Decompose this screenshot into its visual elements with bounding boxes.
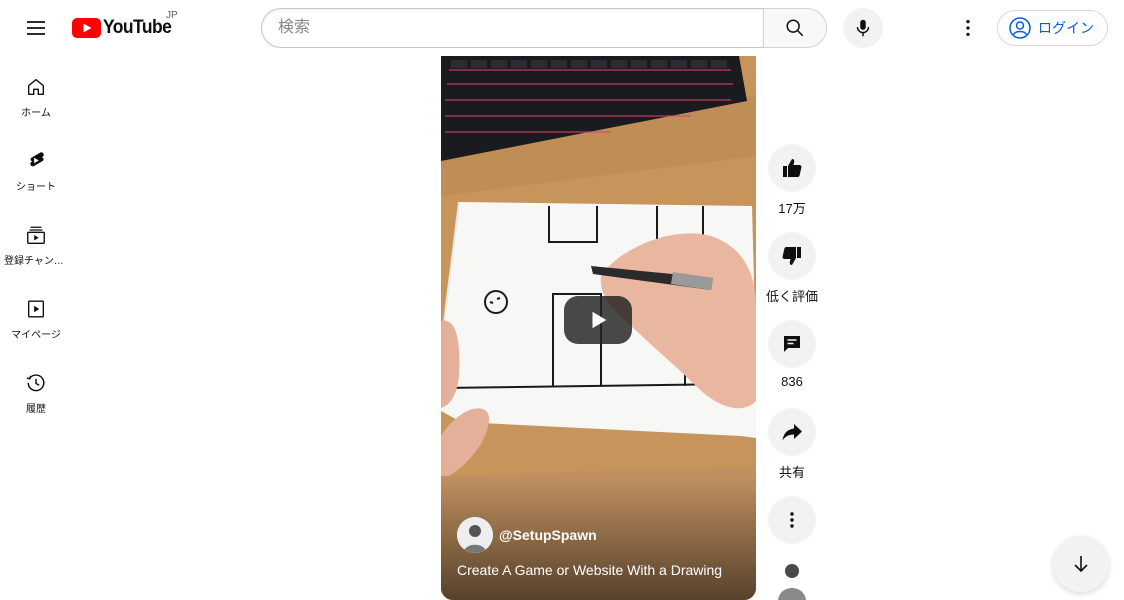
comment-icon [784, 336, 800, 352]
sidebar-item-label: ホーム [21, 108, 51, 119]
dislike-label: 低く評価 [765, 289, 818, 304]
sidebar-item-history[interactable]: 履歴 [0, 352, 72, 426]
more-options-button[interactable] [768, 496, 816, 544]
login-button[interactable]: ログイン [997, 10, 1108, 46]
dislike-action: 低く評価 [764, 232, 820, 305]
hamburger-menu-icon [27, 21, 45, 35]
share-button[interactable] [768, 408, 816, 456]
sidebar-item-label: 履歴 [26, 404, 46, 415]
search-input[interactable] [261, 8, 763, 48]
comment-button[interactable] [768, 320, 816, 368]
sidebar-item-label: マイページ [11, 330, 61, 341]
like-button[interactable] [768, 144, 816, 192]
channel-avatar-small[interactable] [774, 556, 810, 600]
arrow-down-icon [1074, 556, 1088, 573]
comment-count: 836 [781, 374, 803, 389]
thumbs-down-icon [782, 247, 801, 265]
person-avatar-icon [774, 556, 810, 600]
person-avatar-icon [457, 517, 493, 553]
dislike-button[interactable] [768, 232, 816, 280]
sidebar-item-subscriptions[interactable]: 登録チャンネル [0, 204, 72, 278]
logo-wordmark: YouTube [103, 17, 172, 38]
share-label: 共有 [778, 465, 805, 480]
search-icon [786, 19, 804, 37]
country-code: JP [166, 10, 178, 21]
shorts-video-player[interactable]: @SetupSpawn Create A Game or Website Wit… [441, 56, 756, 600]
play-button[interactable] [564, 296, 632, 344]
login-label: ログイン [1038, 20, 1094, 36]
sidebar: ホーム ショート 登録チャンネル マイページ 履歴 [0, 56, 72, 426]
settings-more-button[interactable] [948, 8, 988, 48]
channel-info[interactable]: @SetupSpawn [457, 517, 597, 553]
home-icon [27, 78, 45, 96]
video-title[interactable]: Create A Game or Website With a Drawing [457, 562, 722, 578]
subscriptions-icon [27, 226, 45, 244]
sidebar-item-home[interactable]: ホーム [0, 56, 72, 130]
like-action: 17万 [764, 144, 820, 217]
sidebar-item-label: 登録チャンネル [4, 256, 68, 267]
thumbs-up-icon [783, 159, 802, 177]
menu-button[interactable] [16, 8, 56, 48]
sidebar-item-shorts[interactable]: ショート [0, 130, 72, 204]
channel-avatar[interactable] [457, 517, 493, 553]
library-icon [27, 300, 45, 318]
shorts-icon [30, 152, 44, 167]
more-action [764, 496, 820, 544]
top-bar: YouTube JP 検索 ログイン [0, 0, 1124, 56]
like-count: 17万 [778, 201, 806, 216]
search-bar [261, 8, 827, 48]
sidebar-item-library[interactable]: マイページ [0, 278, 72, 352]
next-video-button[interactable] [1053, 536, 1109, 592]
youtube-play-logo-icon [72, 18, 101, 38]
search-button[interactable] [763, 8, 827, 48]
play-icon [592, 311, 607, 329]
share-arrow-icon [782, 424, 802, 441]
sidebar-item-label: ショート [16, 182, 56, 193]
page: YouTube JP 検索 ログイン ホーム ショート 登録チャンネル マイペー… [0, 0, 1124, 600]
more-vertical-icon [790, 512, 794, 528]
youtube-logo[interactable]: YouTube [72, 16, 177, 40]
history-icon [26, 374, 45, 392]
share-action: 共有 [764, 408, 820, 481]
account-icon [1009, 17, 1031, 39]
voice-search-button[interactable] [843, 8, 883, 48]
comment-action: 836 [764, 320, 820, 389]
microphone-icon [856, 19, 870, 37]
channel-handle[interactable]: @SetupSpawn [499, 527, 597, 543]
more-vertical-icon [966, 19, 970, 37]
